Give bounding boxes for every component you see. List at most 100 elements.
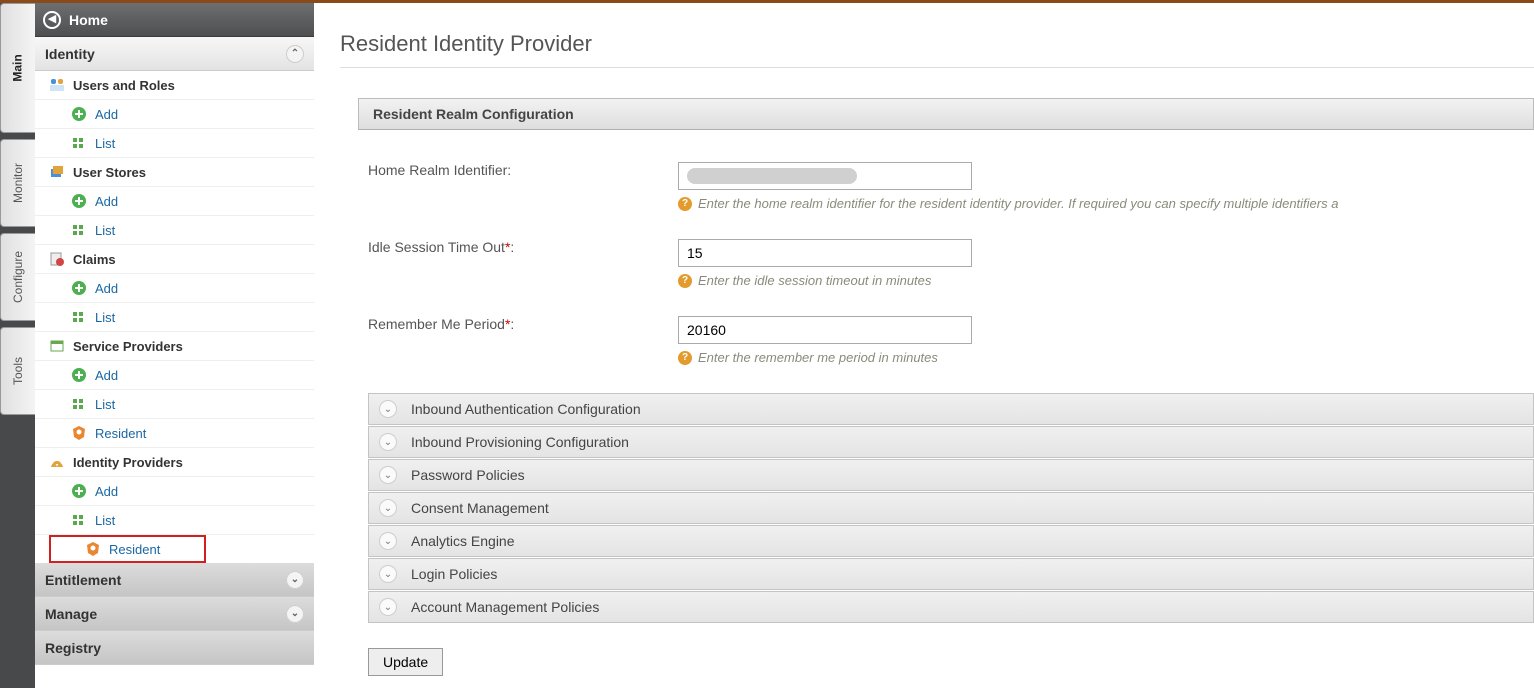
- add-icon: [71, 367, 87, 383]
- chevron-down-icon: ⌄: [379, 433, 397, 451]
- accordion-inbound-prov-label: Inbound Provisioning Configuration: [411, 434, 629, 450]
- remember-me-input[interactable]: [678, 316, 972, 344]
- chevron-down-icon: ⌄: [286, 571, 304, 589]
- nav-users-roles[interactable]: Users and Roles: [35, 71, 314, 100]
- chevron-down-icon: ⌄: [379, 532, 397, 550]
- accordion-login[interactable]: ⌄ Login Policies: [368, 558, 1534, 590]
- list-icon: [71, 396, 87, 412]
- add-icon: [71, 483, 87, 499]
- chevron-down-icon: ⌄: [379, 400, 397, 418]
- idle-timeout-input[interactable]: [678, 239, 972, 267]
- accordion-inbound-auth[interactable]: ⌄ Inbound Authentication Configuration: [368, 393, 1534, 425]
- add-icon: [71, 106, 87, 122]
- nav-users-roles-add[interactable]: Add: [35, 100, 314, 129]
- hint-idle-timeout: ? Enter the idle session timeout in minu…: [678, 273, 1534, 288]
- identity-provider-icon: [49, 454, 65, 470]
- nav-identity-providers[interactable]: Identity Providers: [35, 448, 314, 477]
- info-icon: ?: [678, 274, 692, 288]
- accordion-password-label: Password Policies: [411, 467, 525, 483]
- nav-claims[interactable]: Claims: [35, 245, 314, 274]
- accordion-account-label: Account Management Policies: [411, 599, 599, 615]
- row-home-realm: Home Realm Identifier: ? Enter the home …: [340, 152, 1534, 211]
- nav-users-roles-list[interactable]: List: [35, 129, 314, 158]
- nav-sp-list[interactable]: List: [35, 390, 314, 419]
- nav-sp-add[interactable]: Add: [35, 361, 314, 390]
- tab-tools-label: Tools: [11, 357, 25, 385]
- nav-idp-list[interactable]: List: [35, 506, 314, 535]
- row-idle-timeout: Idle Session Time Out*: ? Enter the idle…: [340, 229, 1534, 288]
- nav-idp-add[interactable]: Add: [35, 477, 314, 506]
- nav-user-stores-add[interactable]: Add: [35, 187, 314, 216]
- list-icon: [71, 512, 87, 528]
- page-title: Resident Identity Provider: [340, 3, 1534, 68]
- label-idle-timeout: Idle Session Time Out*:: [368, 239, 678, 288]
- section-entitlement-label: Entitlement: [45, 572, 121, 588]
- section-registry[interactable]: Registry ⌄: [35, 631, 314, 665]
- nav-user-stores[interactable]: User Stores: [35, 158, 314, 187]
- nav-claims-add[interactable]: Add: [35, 274, 314, 303]
- info-icon: ?: [678, 197, 692, 211]
- identity-tree: Users and Roles Add List User Stores Add…: [35, 71, 314, 563]
- tab-monitor-label: Monitor: [11, 163, 25, 203]
- tab-main-label: Main: [11, 54, 25, 81]
- nav-service-providers[interactable]: Service Providers: [35, 332, 314, 361]
- chevron-up-icon: ⌃: [286, 45, 304, 63]
- tab-main[interactable]: Main: [0, 3, 35, 133]
- nav-claims-list[interactable]: List: [35, 303, 314, 332]
- store-icon: [49, 164, 65, 180]
- claims-icon: [49, 251, 65, 267]
- section-manage[interactable]: Manage ⌄: [35, 597, 314, 631]
- shield-icon: [85, 541, 101, 557]
- list-icon: [71, 135, 87, 151]
- section-entitlement[interactable]: Entitlement ⌄: [35, 563, 314, 597]
- hint-remember-me: ? Enter the remember me period in minute…: [678, 350, 1534, 365]
- sidebar: ◀ Home Identity ⌃ Users and Roles Add Li…: [35, 3, 314, 688]
- label-remember-me: Remember Me Period*:: [368, 316, 678, 365]
- content-area: Resident Identity Provider Resident Real…: [340, 3, 1534, 688]
- chevron-down-icon: ⌄: [379, 598, 397, 616]
- tab-configure[interactable]: Configure: [0, 233, 35, 321]
- chevron-down-icon: ⌄: [286, 605, 304, 623]
- tab-configure-label: Configure: [11, 251, 25, 303]
- list-icon: [71, 222, 87, 238]
- chevron-down-icon: ⌄: [379, 466, 397, 484]
- hint-home-realm: ? Enter the home realm identifier for th…: [678, 196, 1534, 211]
- accordion-analytics-label: Analytics Engine: [411, 533, 515, 549]
- section-identity-label: Identity: [45, 46, 95, 62]
- accordion-consent[interactable]: ⌄ Consent Management: [368, 492, 1534, 524]
- row-remember-me: Remember Me Period*: ? Enter the remembe…: [340, 306, 1534, 365]
- tab-tools[interactable]: Tools: [0, 327, 35, 415]
- list-icon: [71, 309, 87, 325]
- add-icon: [71, 193, 87, 209]
- nav-idp-resident[interactable]: Resident: [49, 535, 206, 563]
- home-crumb: ◀ Home: [35, 3, 314, 37]
- chevron-down-icon: ⌄: [379, 499, 397, 517]
- accordion-password[interactable]: ⌄ Password Policies: [368, 459, 1534, 491]
- back-icon[interactable]: ◀: [43, 11, 61, 29]
- nav-user-stores-list[interactable]: List: [35, 216, 314, 245]
- shield-icon: [71, 425, 87, 441]
- tab-monitor[interactable]: Monitor: [0, 139, 35, 227]
- accordion-login-label: Login Policies: [411, 566, 497, 582]
- add-icon: [71, 280, 87, 296]
- panel-realm-config: Resident Realm Configuration: [358, 98, 1534, 130]
- accordion-analytics[interactable]: ⌄ Analytics Engine: [368, 525, 1534, 557]
- left-tab-rail: Main Monitor Configure Tools: [0, 3, 35, 688]
- section-registry-label: Registry: [45, 640, 101, 656]
- chevron-down-icon: ⌄: [379, 565, 397, 583]
- accordion-inbound-auth-label: Inbound Authentication Configuration: [411, 401, 641, 417]
- accordion-consent-label: Consent Management: [411, 500, 549, 516]
- home-label: Home: [69, 12, 108, 28]
- accordion-inbound-prov[interactable]: ⌄ Inbound Provisioning Configuration: [368, 426, 1534, 458]
- home-realm-input[interactable]: [678, 162, 972, 190]
- service-provider-icon: [49, 338, 65, 354]
- accordion-account[interactable]: ⌄ Account Management Policies: [368, 591, 1534, 623]
- info-icon: ?: [678, 351, 692, 365]
- label-home-realm: Home Realm Identifier:: [368, 162, 678, 211]
- section-identity[interactable]: Identity ⌃: [35, 37, 314, 71]
- section-manage-label: Manage: [45, 606, 97, 622]
- update-button[interactable]: Update: [368, 648, 443, 676]
- redacted-value: [687, 168, 857, 184]
- users-icon: [49, 77, 65, 93]
- nav-sp-resident[interactable]: Resident: [35, 419, 314, 448]
